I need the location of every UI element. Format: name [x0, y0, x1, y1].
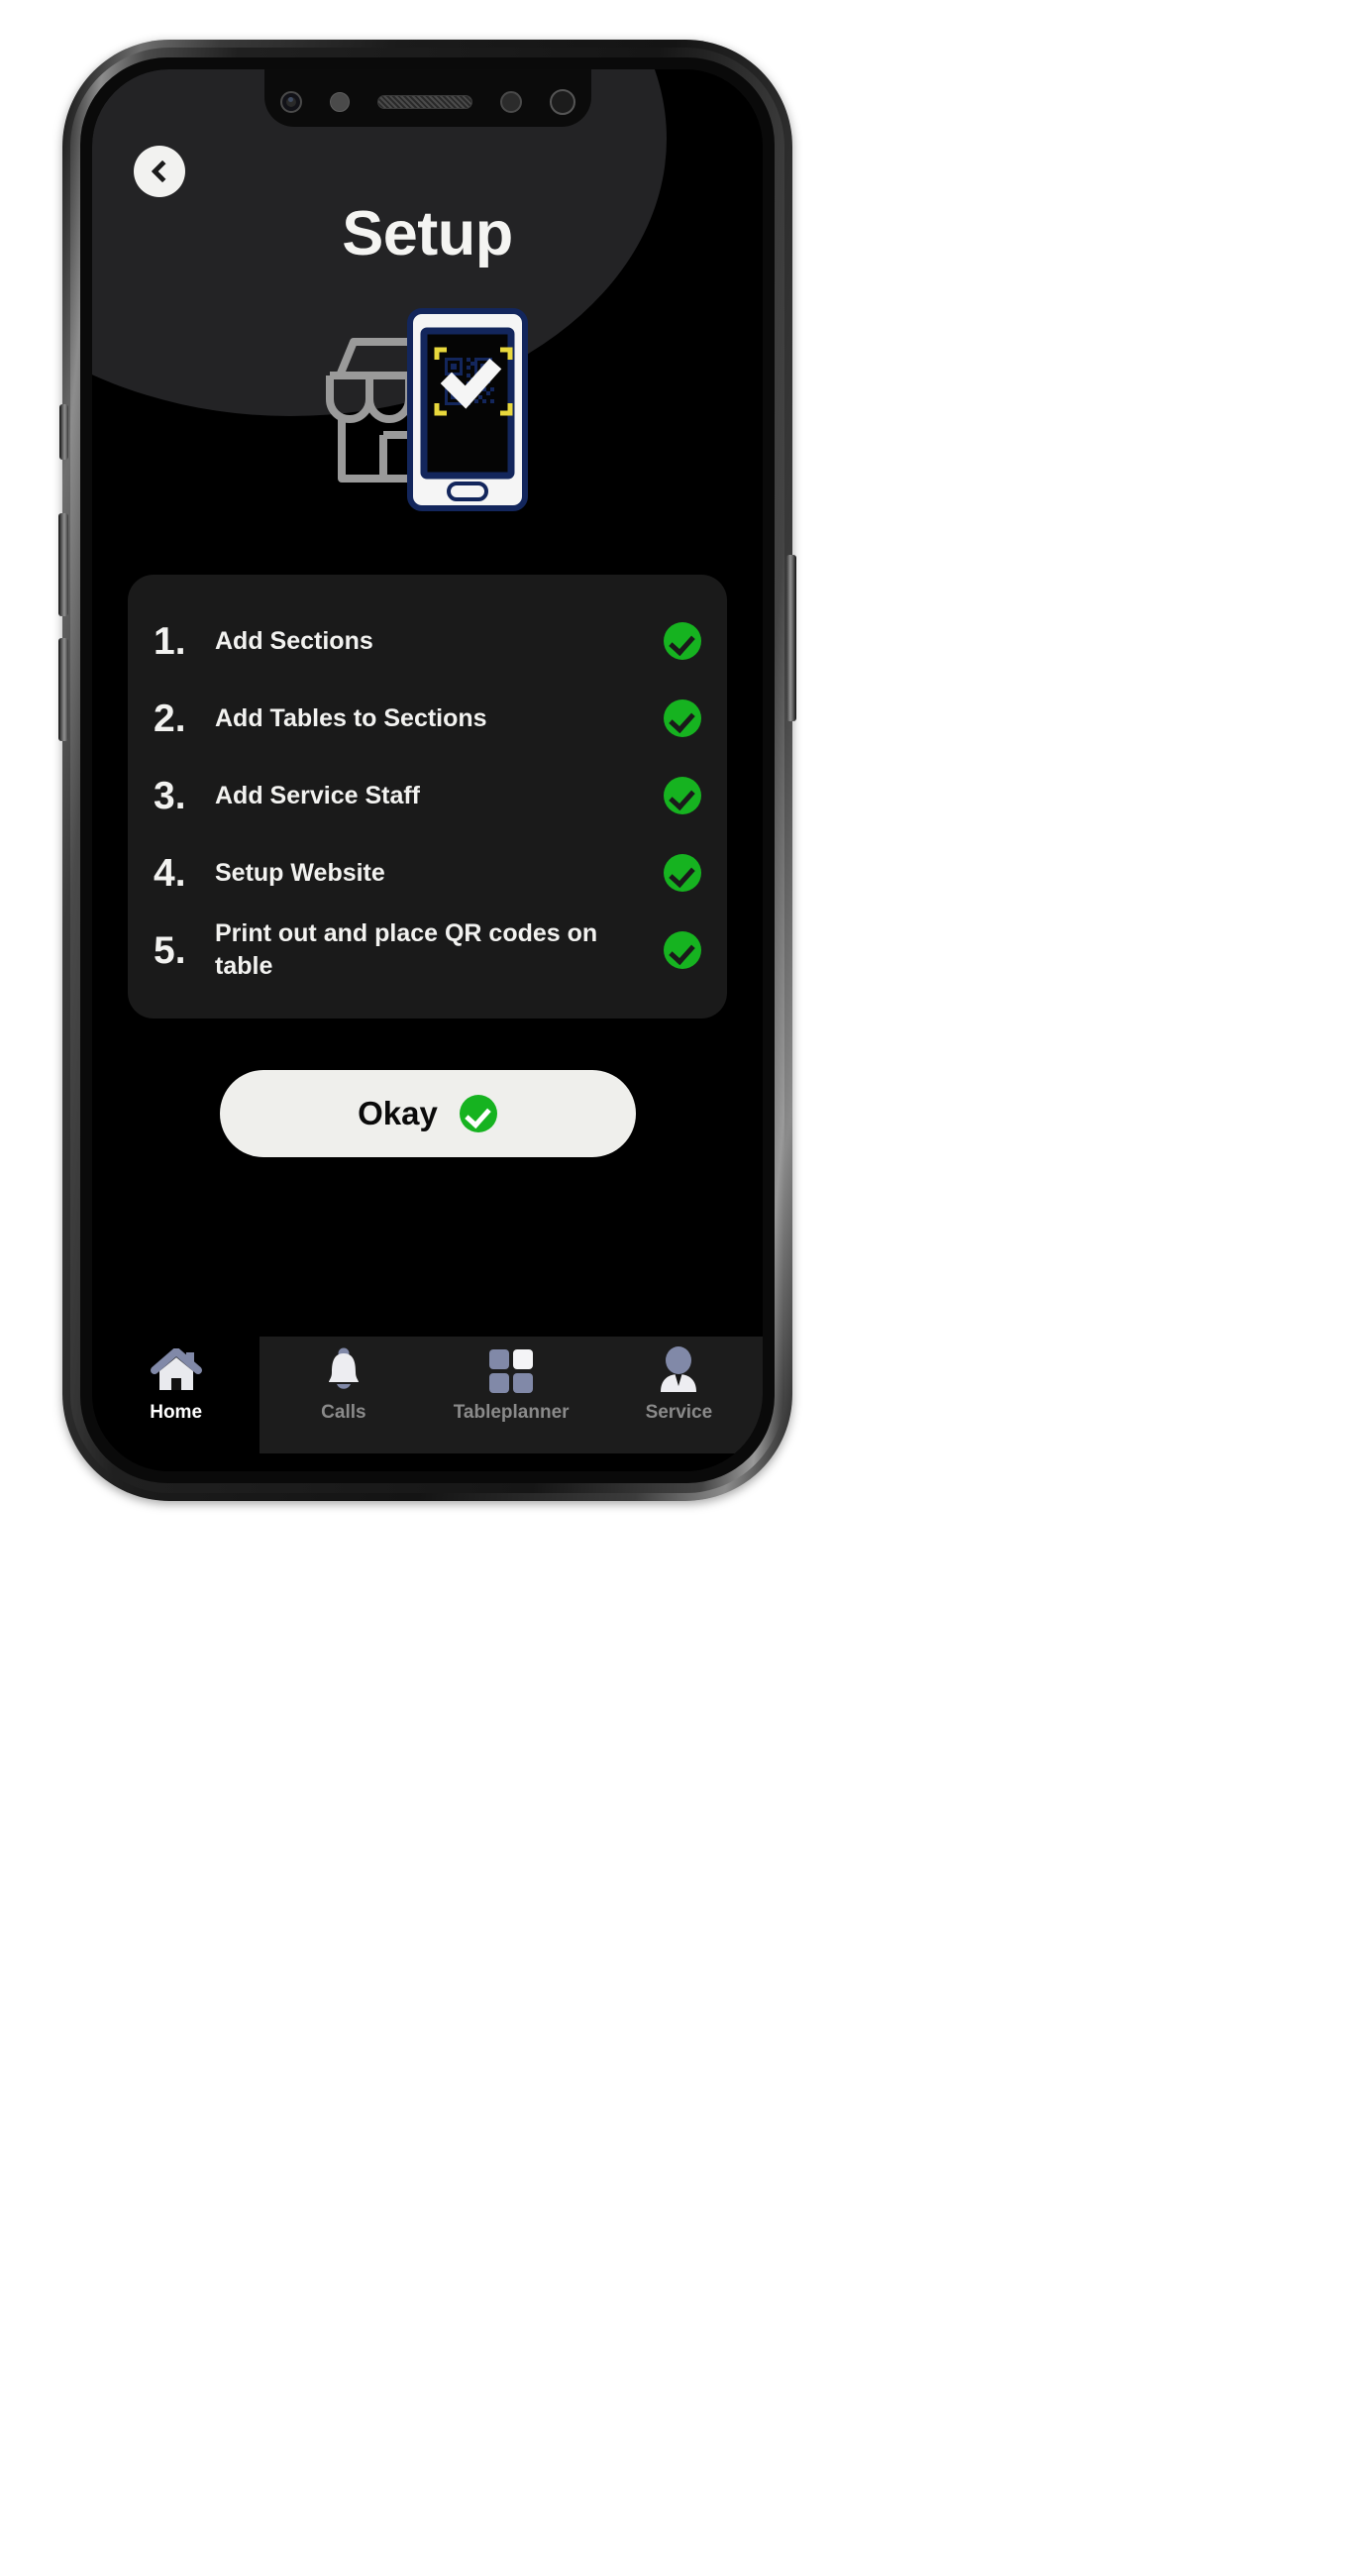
check-circle-icon — [664, 931, 701, 969]
check-circle-icon — [664, 622, 701, 660]
checklist-item-number: 3. — [154, 774, 186, 817]
checklist-item-number: 5. — [154, 928, 186, 972]
bell-icon — [321, 1344, 366, 1394]
phone-bezel: Setup 1. Add Sections 2. Add Tables to S… — [80, 57, 775, 1483]
nav-item-calls[interactable]: Calls — [260, 1337, 427, 1453]
check-circle-icon — [664, 854, 701, 892]
checklist-item-5[interactable]: 5. Print out and place QR codes on table — [154, 912, 701, 989]
nav-item-tableplanner[interactable]: Tableplanner — [428, 1337, 595, 1453]
checklist-item-status — [662, 931, 701, 969]
home-icon — [150, 1344, 202, 1394]
notch-sensor-row — [264, 89, 591, 115]
primary-action-wrap: Okay — [92, 1070, 763, 1157]
checklist-item-label: Add Tables to Sections — [215, 703, 487, 732]
checklist-item-status — [662, 699, 701, 737]
smartphone-qr-scan-icon — [406, 307, 528, 511]
checklist-item-3[interactable]: 3. Add Service Staff — [154, 757, 701, 834]
back-button[interactable] — [134, 146, 185, 197]
check-circle-icon — [664, 777, 701, 814]
checklist-item-number: 4. — [154, 851, 186, 895]
app-screen: Setup 1. Add Sections 2. Add Tables to S… — [92, 69, 763, 1471]
earpiece-speaker-icon — [376, 95, 472, 109]
phone-power-button[interactable] — [786, 555, 796, 721]
checklist-item-1[interactable]: 1. Add Sections — [154, 602, 701, 680]
checklist-item-label: Add Sections — [215, 626, 373, 655]
checklist-item-status — [662, 622, 701, 660]
nav-item-home[interactable]: Home — [92, 1337, 260, 1453]
screenshot-root: Setup 1. Add Sections 2. Add Tables to S… — [0, 0, 1355, 2576]
check-circle-icon — [459, 1095, 497, 1132]
illustration-wrap — [92, 295, 763, 523]
checklist-item-4[interactable]: 4. Setup Website — [154, 834, 701, 912]
phone-screen: Setup 1. Add Sections 2. Add Tables to S… — [92, 69, 763, 1471]
okay-button-label: Okay — [358, 1095, 438, 1131]
home-indicator-area — [92, 1453, 763, 1471]
phone-mockup-frame: Setup 1. Add Sections 2. Add Tables to S… — [58, 40, 796, 1501]
page-title: Setup — [342, 199, 513, 268]
grid-squares-icon — [488, 1344, 534, 1394]
check-circle-icon — [664, 699, 701, 737]
app-content: Setup 1. Add Sections 2. Add Tables to S… — [92, 69, 763, 1471]
chevron-left-icon — [151, 160, 173, 183]
nav-item-label: Service — [645, 1402, 713, 1423]
phone-notch — [263, 69, 591, 127]
setup-checklist-card: 1. Add Sections 2. Add Tables to Section… — [128, 575, 727, 1019]
nav-item-label: Calls — [321, 1402, 366, 1423]
nav-item-service[interactable]: Service — [595, 1337, 763, 1453]
face-sensor-icon — [499, 91, 522, 113]
ambient-sensor-icon — [549, 89, 575, 115]
checklist-item-number: 2. — [154, 697, 186, 740]
nav-item-label: Tableplanner — [453, 1402, 570, 1423]
checklist-item-label: Add Service Staff — [215, 781, 421, 809]
phone-volume-up-button[interactable] — [58, 513, 68, 616]
checklist-item-label: Print out and place QR codes on table — [215, 919, 598, 980]
checklist-item-2[interactable]: 2. Add Tables to Sections — [154, 680, 701, 757]
okay-button[interactable]: Okay — [219, 1070, 636, 1157]
checklist-item-status — [662, 777, 701, 814]
phone-volume-down-button[interactable] — [58, 638, 68, 741]
checklist-item-label: Setup Website — [215, 858, 385, 887]
phone-mute-switch[interactable] — [59, 404, 68, 460]
bottom-navigation: Home Calls Tableplanner Service — [92, 1337, 763, 1453]
proximity-sensor-icon — [329, 92, 350, 112]
nav-item-label: Home — [150, 1402, 203, 1423]
checklist-item-number: 1. — [154, 619, 186, 663]
checklist-item-status — [662, 854, 701, 892]
person-icon — [656, 1344, 701, 1394]
front-camera-icon — [279, 91, 302, 113]
store-qr-scan-illustration — [324, 307, 532, 511]
